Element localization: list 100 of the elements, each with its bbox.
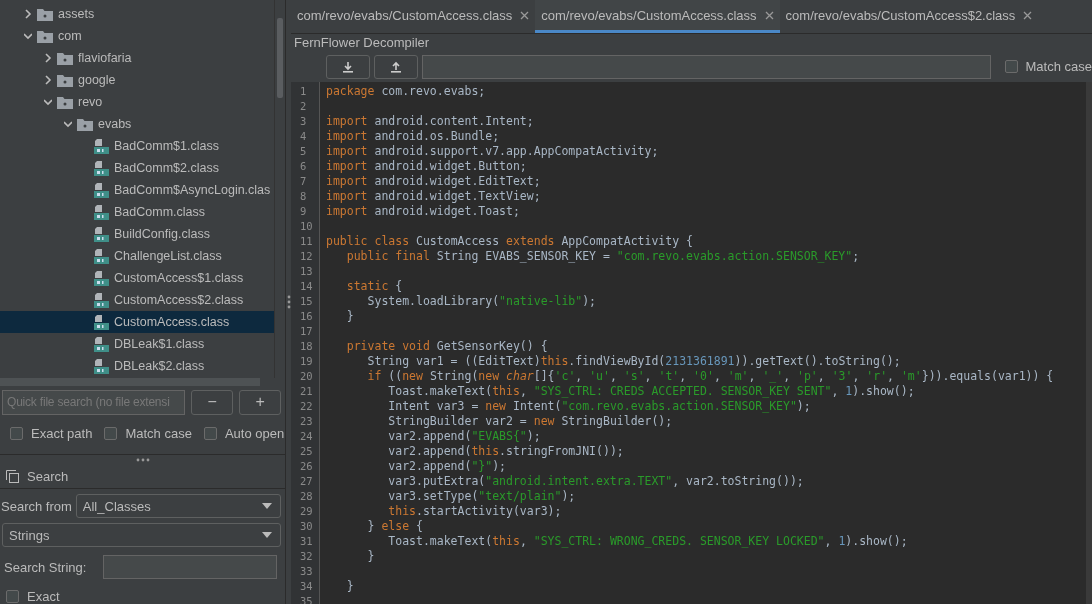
code-line: import android.os.Bundle; xyxy=(326,129,501,144)
tree-item[interactable]: BadComm$2.class xyxy=(0,157,274,179)
line-number: 29 xyxy=(299,504,314,519)
code-line: Toast.makeText(this, "SYS_CTRL: CREDS ACCEPTED. SENSOR_KEY SENT", 1).show(); xyxy=(387,384,916,399)
code-line: public class CustomAccess extends AppCompatActivity { xyxy=(326,234,694,249)
tree-item[interactable]: DBLeak$1.class xyxy=(0,333,274,355)
code-line: var3.putExtra("android.intent.extra.TEXT", var2.toString()); xyxy=(387,474,805,489)
checkbox[interactable] xyxy=(1004,60,1018,73)
chevron-icon[interactable] xyxy=(44,53,52,63)
file-tab[interactable]: com/revo/evabs/CustomAccess$2.class xyxy=(779,0,1039,33)
code-line: import android.widget.Toast; xyxy=(326,204,521,219)
line-number: 6 xyxy=(299,159,308,174)
checkbox[interactable] xyxy=(6,590,19,603)
close-icon[interactable] xyxy=(520,10,530,20)
line-number: 8 xyxy=(299,189,308,204)
checkbox-label: Exact path xyxy=(31,425,93,441)
line-number: 14 xyxy=(299,279,314,294)
code-line: import android.widget.Button; xyxy=(326,159,528,174)
field-label: Search from xyxy=(1,498,72,514)
tree-item[interactable]: flaviofaria xyxy=(0,47,274,69)
tree-item[interactable]: CustomAccess.class xyxy=(0,311,274,333)
upload-button[interactable] xyxy=(373,54,418,79)
code-line: import android.widget.TextView; xyxy=(326,189,542,204)
line-number: 20 xyxy=(299,369,314,384)
line-number: 10 xyxy=(299,219,314,234)
dropdown-arrow-icon xyxy=(262,532,272,538)
line-number: 5 xyxy=(299,144,308,159)
checkbox[interactable] xyxy=(104,426,118,440)
chevron-icon[interactable] xyxy=(24,31,32,41)
code-line: } xyxy=(366,549,376,564)
checkbox-label: Match case xyxy=(1025,59,1092,74)
chevron-icon[interactable] xyxy=(64,119,72,129)
line-number: 21 xyxy=(299,384,314,399)
class-file-icon xyxy=(94,292,109,308)
line-number: 23 xyxy=(299,414,314,429)
search-string-field[interactable] xyxy=(103,555,277,579)
close-icon[interactable] xyxy=(764,10,774,20)
tree-item[interactable]: CustomAccess$2.class xyxy=(0,289,274,311)
file-tab[interactable]: com/revo/evabs/CustomAccess.class xyxy=(291,0,536,33)
class-file-icon xyxy=(94,138,109,154)
code-line: if ((new String(new char[]{'c', 'u', 's', 't', '0', 'm', '_', 'p', '3', 'r', 'm'})).equals(var1)) { xyxy=(366,369,1055,384)
chevron-icon[interactable] xyxy=(24,9,32,19)
tree-item[interactable]: assets xyxy=(0,3,274,25)
class-file-icon xyxy=(94,314,109,330)
line-number: 26 xyxy=(299,459,314,474)
class-file-icon xyxy=(94,336,109,352)
search-type-dropdown[interactable]: Strings xyxy=(2,523,281,547)
code-line: StringBuilder var2 = new StringBuilder(); xyxy=(387,414,674,429)
code-line: import android.content.Intent; xyxy=(326,114,535,129)
tree-item[interactable]: DBLeak$2.class xyxy=(0,355,274,377)
tree-item[interactable]: BadComm$AsyncLogin.clas xyxy=(0,179,274,201)
close-icon[interactable] xyxy=(1023,10,1033,20)
line-number: 32 xyxy=(299,549,314,564)
line-number: 9 xyxy=(299,204,308,219)
class-file-icon xyxy=(94,182,109,198)
search-from-dropdown[interactable]: All_Classes xyxy=(75,494,281,518)
checkbox[interactable] xyxy=(203,426,217,440)
folder-icon xyxy=(37,29,53,43)
collapse-button[interactable]: − xyxy=(191,389,234,415)
line-number: 28 xyxy=(299,489,314,504)
tree-item[interactable]: BuildConfig.class xyxy=(0,223,274,245)
code-line: var3.setType("text/plain"); xyxy=(387,489,577,504)
panel-title: Search xyxy=(27,468,69,484)
line-number: 1 xyxy=(299,84,308,99)
chevron-icon[interactable] xyxy=(44,75,52,85)
class-file-icon xyxy=(94,358,109,374)
code-line: Toast.makeText(this, "SYS_CTRL: WRONG_CREDS. SENSOR_KEY LOCKED", 1).show(); xyxy=(387,534,909,549)
checkbox[interactable] xyxy=(10,426,23,440)
tree-item[interactable]: com xyxy=(0,25,274,47)
line-number: 3 xyxy=(299,114,308,129)
tree-item[interactable]: ChallengeList.class xyxy=(0,245,274,267)
code-line: var2.append("}"); xyxy=(387,459,508,474)
download-button[interactable] xyxy=(326,54,370,79)
scrollbar-thumb[interactable] xyxy=(277,18,283,98)
tree-item[interactable]: revo xyxy=(0,91,274,113)
line-number: 15 xyxy=(299,294,314,309)
tree-item[interactable]: BadComm.class xyxy=(0,201,274,223)
tree-item[interactable]: google xyxy=(0,69,274,91)
tree-item[interactable]: BadComm$1.class xyxy=(0,135,274,157)
folder-icon xyxy=(77,117,93,131)
drag-handle-icon[interactable] xyxy=(286,295,291,309)
file-tab[interactable]: com/revo/evabs/CustomAccess.class xyxy=(535,0,780,33)
panel-icon xyxy=(6,469,19,483)
checkbox-label: Match case xyxy=(125,425,192,441)
tree-item[interactable]: evabs xyxy=(0,113,274,135)
dropdown-arrow-icon xyxy=(262,503,272,509)
class-file-icon xyxy=(94,270,109,286)
code-line: public final String EVABS_SENSOR_KEY = "com.revo.evabs.action.SENSOR_KEY"; xyxy=(345,249,861,264)
chevron-icon[interactable] xyxy=(44,97,52,107)
code-line: System.loadLibrary("native-lib"); xyxy=(366,294,598,309)
search-field[interactable] xyxy=(421,54,991,79)
line-number: 31 xyxy=(299,534,314,549)
code-line: this.startActivity(var3); xyxy=(387,504,563,519)
tree-item[interactable]: CustomAccess$1.class xyxy=(0,267,274,289)
line-number: 4 xyxy=(299,129,308,144)
expand-button[interactable]: + xyxy=(239,389,281,415)
folder-icon xyxy=(57,95,73,109)
drag-handle-icon[interactable] xyxy=(135,457,150,462)
line-number: 2 xyxy=(299,99,308,114)
line-number: 30 xyxy=(299,519,314,534)
